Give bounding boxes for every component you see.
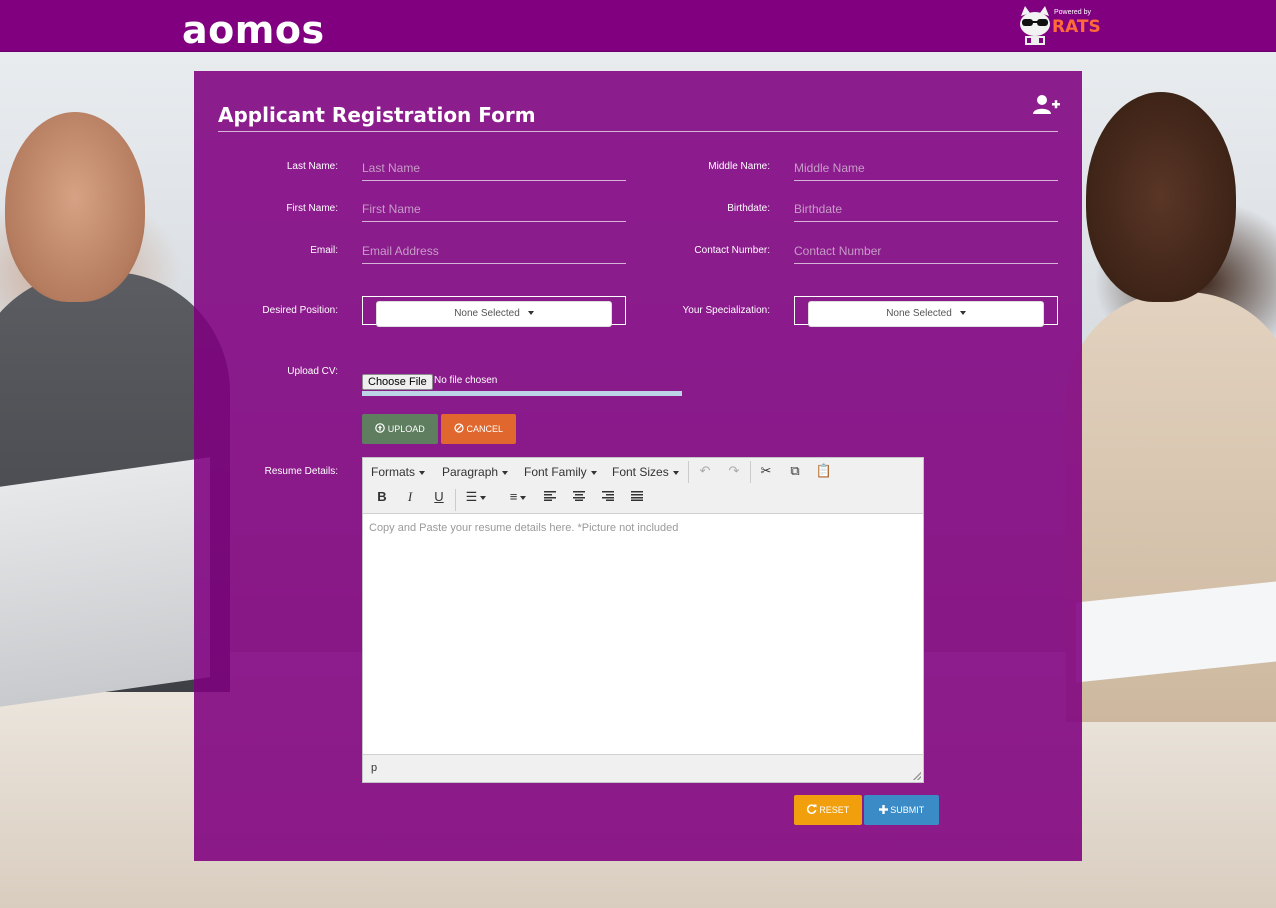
toolbar-separator (750, 461, 751, 483)
choose-file-button[interactable]: Choose File (362, 374, 433, 390)
copy-icon[interactable]: ⧉ (784, 461, 806, 481)
background-laptop (0, 457, 210, 707)
title-divider (218, 131, 1058, 132)
underline-icon[interactable]: U (428, 487, 450, 507)
undo-icon[interactable]: ↶ (694, 461, 716, 481)
top-header: aomos Powered by RATS (0, 0, 1276, 52)
chevron-down-icon (520, 495, 527, 500)
plus-icon (878, 805, 888, 814)
specialization-label: Your Specialization: (682, 305, 770, 316)
paragraph-menu[interactable]: Paragraph (442, 462, 509, 482)
chevron-down-icon (527, 311, 534, 316)
desired-position-select: None Selected (362, 296, 626, 327)
birthdate-input[interactable] (794, 196, 1058, 222)
chevron-down-icon (480, 495, 487, 500)
background-person-left-head (5, 112, 145, 302)
align-left-icon[interactable] (539, 487, 561, 507)
desired-position-value: None Selected (454, 308, 520, 319)
paragraph-label: Paragraph (442, 465, 499, 479)
email-label: Email: (310, 245, 338, 256)
chevron-down-icon (959, 311, 966, 316)
reset-label: RESET (819, 805, 850, 815)
resume-text-area[interactable]: Copy and Paste your resume details here.… (369, 522, 678, 534)
cut-icon[interactable]: ✂ (755, 461, 777, 481)
add-user-icon (1033, 95, 1060, 114)
upload-progress-bar (362, 391, 682, 396)
submit-label: SUBMIT (890, 805, 925, 815)
bold-icon[interactable]: B (371, 487, 393, 507)
middle-name-input[interactable] (794, 155, 1058, 181)
first-name-input[interactable] (362, 196, 626, 222)
cancel-label: CANCEL (466, 424, 504, 434)
upload-button[interactable]: UPLOAD (362, 414, 438, 444)
specialization-value: None Selected (886, 308, 952, 319)
editor-toolbar: Formats Paragraph Font Family Font Sizes… (363, 458, 923, 514)
formats-label: Formats (371, 465, 416, 479)
resume-details-label: Resume Details: (264, 466, 338, 477)
font-sizes-label: Font Sizes (612, 465, 669, 479)
chevron-down-icon (419, 470, 426, 475)
align-right-icon[interactable] (597, 487, 619, 507)
powered-by-badge: Powered by RATS (1018, 4, 1101, 48)
rats-brand: RATS (1052, 17, 1101, 37)
upload-cv-label: Upload CV: (287, 366, 338, 377)
cancel-button[interactable]: CANCEL (441, 414, 516, 444)
editor-status-bar: p (363, 754, 923, 782)
file-status: No file chosen (434, 375, 498, 386)
cat-mascot-icon (1020, 6, 1050, 45)
contact-number-input[interactable] (794, 238, 1058, 264)
chevron-down-icon (502, 470, 509, 475)
site-logo[interactable]: aomos (182, 8, 325, 52)
numbered-list-icon[interactable]: ≡ (501, 487, 535, 507)
resize-handle-icon[interactable] (913, 772, 921, 780)
background-person-right-head (1086, 92, 1236, 302)
specialization-select: None Selected (794, 296, 1058, 327)
upload-label: UPLOAD (387, 424, 425, 434)
redo-icon[interactable]: ↷ (723, 461, 745, 481)
desired-position-label: Desired Position: (262, 305, 338, 316)
bullet-list-icon[interactable]: ☰ (459, 487, 493, 507)
chevron-down-icon (672, 470, 679, 475)
reset-button[interactable]: RESET (794, 795, 862, 825)
powered-by-text: Powered by (1054, 9, 1091, 16)
birthdate-label: Birthdate: (727, 203, 770, 214)
contact-number-label: Contact Number: (694, 245, 770, 256)
last-name-label: Last Name: (286, 161, 338, 172)
font-family-label: Font Family (524, 465, 587, 479)
middle-name-label: Middle Name: (708, 161, 770, 172)
toolbar-separator (455, 489, 456, 511)
resume-editor: Formats Paragraph Font Family Font Sizes… (362, 457, 924, 783)
upload-circle-icon (375, 423, 386, 433)
formats-menu[interactable]: Formats (371, 462, 426, 482)
italic-icon[interactable]: I (399, 487, 421, 507)
refresh-icon (806, 804, 817, 814)
align-center-icon[interactable] (568, 487, 590, 507)
desired-position-dropdown[interactable]: None Selected (376, 301, 612, 327)
submit-button[interactable]: SUBMIT (864, 795, 939, 825)
last-name-input[interactable] (362, 155, 626, 181)
form-title: Applicant Registration Form (218, 103, 536, 127)
ban-icon (454, 423, 464, 433)
font-family-menu[interactable]: Font Family (524, 462, 597, 482)
registration-panel: Applicant Registration Form Last Name: M… (194, 71, 1082, 861)
paste-icon[interactable]: 📋 (813, 461, 835, 481)
email-input[interactable] (362, 238, 626, 264)
font-sizes-menu[interactable]: Font Sizes (612, 462, 679, 482)
align-justify-icon[interactable] (626, 487, 648, 507)
chevron-down-icon (590, 470, 597, 475)
specialization-dropdown[interactable]: None Selected (808, 301, 1044, 327)
element-path[interactable]: p (371, 762, 377, 774)
toolbar-separator (688, 461, 689, 483)
first-name-label: First Name: (286, 203, 338, 214)
